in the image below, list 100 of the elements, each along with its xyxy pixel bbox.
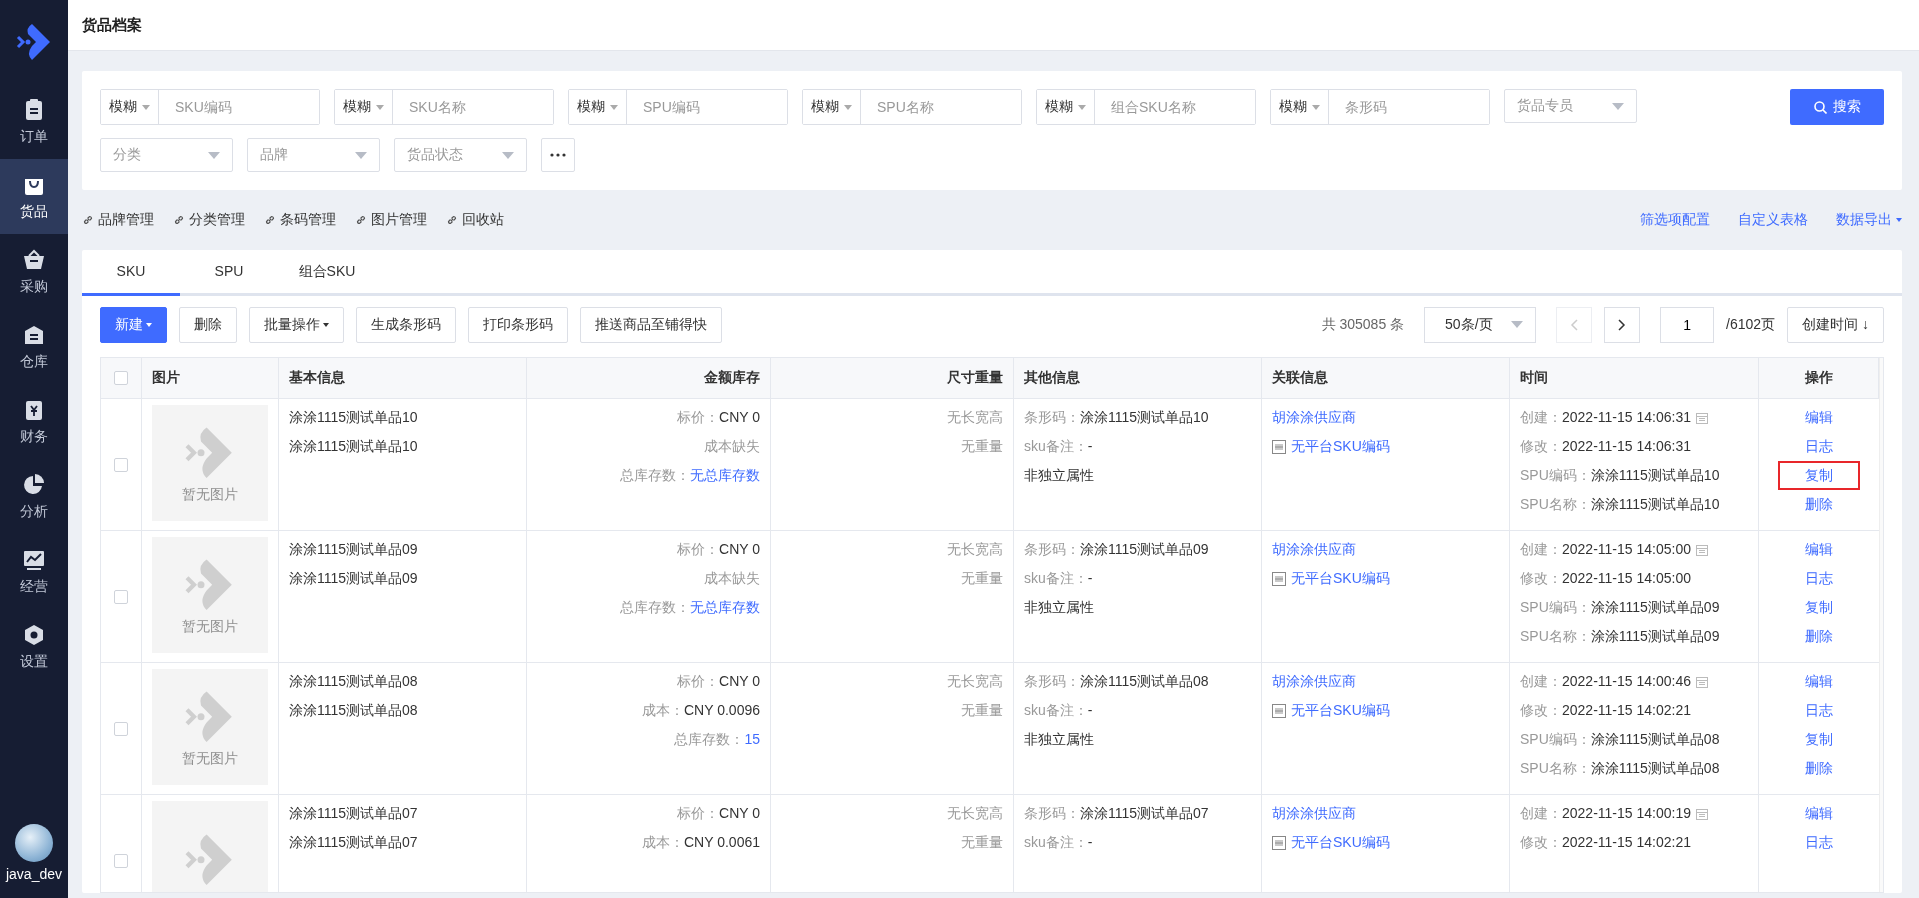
field-text: 条形码：涂涂1115测试单品10 xyxy=(1024,408,1210,427)
field-text: sku备注：- xyxy=(1024,701,1094,720)
next-page-button[interactable] xyxy=(1604,306,1641,343)
row-checkbox[interactable] xyxy=(114,853,128,868)
toolbar-button[interactable]: 批量操作 xyxy=(249,306,344,343)
sidebar-item[interactable]: 设置 xyxy=(0,609,68,684)
action-link[interactable]: 删除 xyxy=(1778,754,1860,783)
search-field[interactable]: 模糊 SPU编码 xyxy=(568,89,788,125)
action-link[interactable]: 日志 xyxy=(1778,432,1860,461)
size-text: 无长宽高 xyxy=(947,672,1003,691)
search-field[interactable]: 模糊 SKU名称 xyxy=(334,89,554,125)
action-link[interactable]: 日志 xyxy=(1778,564,1860,593)
search-button[interactable]: 搜索 xyxy=(1790,89,1884,125)
product-name: 涂涂1115测试单品07 xyxy=(289,804,419,823)
ellipsis-icon xyxy=(550,153,566,157)
toolbar-button[interactable]: 生成条形码 xyxy=(356,306,456,343)
toolbar-link[interactable]: 数据导出 xyxy=(1836,211,1902,229)
supplier-link[interactable]: 胡涂涂供应商 xyxy=(1272,403,1499,432)
size-text: 无重量 xyxy=(961,833,1003,852)
platform-sku-link[interactable]: 无平台SKU编码 xyxy=(1291,828,1390,857)
search-field[interactable]: 模糊 SPU名称 xyxy=(802,89,1022,125)
action-link[interactable]: 复制 xyxy=(1778,593,1860,622)
caret-down-icon xyxy=(208,151,220,159)
product-name: 涂涂1115测试单品09 xyxy=(289,569,419,588)
sidebar-item[interactable]: 订单 xyxy=(0,84,68,159)
action-link[interactable]: 编辑 xyxy=(1778,799,1860,828)
avatar[interactable] xyxy=(15,824,53,862)
management-link[interactable]: 回收站 xyxy=(446,211,504,229)
management-link[interactable]: 分类管理 xyxy=(173,211,245,229)
page-input[interactable]: 1 xyxy=(1660,306,1715,343)
toolbar-button[interactable]: 打印条形码 xyxy=(468,306,568,343)
sort-button[interactable]: 创建时间 ↓ xyxy=(1787,306,1884,343)
row-checkbox[interactable] xyxy=(114,721,128,736)
action-link[interactable]: 复制 xyxy=(1778,725,1860,754)
row-checkbox[interactable] xyxy=(114,589,128,604)
column-header: 时间 xyxy=(1520,369,1548,387)
action-link[interactable]: 日志 xyxy=(1778,696,1860,725)
toolbar-link[interactable]: 自定义表格 xyxy=(1738,211,1808,229)
action-link[interactable]: 删除 xyxy=(1778,622,1860,651)
toolbar-button[interactable]: 推送商品至铺得快 xyxy=(580,306,722,343)
field-text: 条形码：涂涂1115测试单品09 xyxy=(1024,540,1210,559)
barcode-box-icon xyxy=(1272,835,1286,850)
product-name: 涂涂1115测试单品07 xyxy=(289,833,419,852)
column-header: 图片 xyxy=(152,369,180,387)
sidebar-item[interactable]: 经营 xyxy=(0,534,68,609)
supplier-link[interactable]: 胡涂涂供应商 xyxy=(1272,535,1499,564)
more-button[interactable] xyxy=(541,138,575,172)
row-checkbox[interactable] xyxy=(114,457,128,472)
action-link[interactable]: 编辑 xyxy=(1778,403,1860,432)
toolbar-link[interactable]: 筛选项配置 xyxy=(1640,211,1710,229)
action-link[interactable]: 删除 xyxy=(1778,490,1860,519)
supplier-link[interactable]: 胡涂涂供应商 xyxy=(1272,667,1499,696)
match-mode-dropdown[interactable]: 模糊 xyxy=(1271,90,1329,124)
tab[interactable]: SPU xyxy=(180,250,278,296)
management-link[interactable]: 图片管理 xyxy=(355,211,427,229)
sidebar-item[interactable]: 采购 xyxy=(0,234,68,309)
tab[interactable]: SKU xyxy=(82,250,180,296)
management-link[interactable]: 条码管理 xyxy=(264,211,336,229)
field-text: 非独立属性 xyxy=(1024,730,1095,749)
field-text: sku备注：- xyxy=(1024,833,1094,852)
size-text: 无重量 xyxy=(961,569,1003,588)
field-text: 成本：CNY 0.0061 xyxy=(642,833,760,852)
search-icon xyxy=(1813,100,1827,114)
match-mode-dropdown[interactable]: 模糊 xyxy=(803,90,861,124)
user-name: java_dev xyxy=(5,866,62,882)
match-mode-dropdown[interactable]: 模糊 xyxy=(569,90,627,124)
supplier-link[interactable]: 胡涂涂供应商 xyxy=(1272,799,1499,828)
action-link[interactable]: 日志 xyxy=(1778,828,1860,857)
product-name: 涂涂1115测试单品10 xyxy=(289,437,419,456)
caret-down-icon xyxy=(376,104,384,110)
field-text: sku备注：- xyxy=(1024,569,1094,588)
search-field[interactable]: 模糊 SKU编码 xyxy=(100,89,320,125)
match-mode-dropdown[interactable]: 模糊 xyxy=(1037,90,1095,124)
sidebar-item[interactable]: 分析 xyxy=(0,459,68,534)
platform-sku-link[interactable]: 无平台SKU编码 xyxy=(1291,696,1390,725)
search-field[interactable]: 模糊 条形码 xyxy=(1270,89,1490,125)
sidebar-item[interactable]: 财务 xyxy=(0,384,68,459)
caret-down-icon xyxy=(844,104,852,110)
caret-down-icon xyxy=(1312,104,1320,110)
field-text: 标价：CNY 0 xyxy=(677,408,760,427)
action-link[interactable]: 编辑 xyxy=(1778,535,1860,564)
toolbar-button[interactable]: 删除 xyxy=(179,306,237,343)
select-all-checkbox[interactable] xyxy=(114,371,128,385)
match-mode-dropdown[interactable]: 模糊 xyxy=(101,90,159,124)
toolbar-button[interactable]: 新建 xyxy=(100,306,167,343)
management-link[interactable]: 品牌管理 xyxy=(82,211,154,229)
link-icon xyxy=(173,214,185,226)
column-header: 基本信息 xyxy=(289,369,345,387)
field-text: SPU编码：涂涂1115测试单品10 xyxy=(1520,466,1720,485)
platform-sku-link[interactable]: 无平台SKU编码 xyxy=(1291,432,1390,461)
action-link[interactable]: 编辑 xyxy=(1778,667,1860,696)
size-text: 无长宽高 xyxy=(947,804,1003,823)
search-field[interactable]: 模糊 组合SKU名称 xyxy=(1036,89,1256,125)
platform-sku-link[interactable]: 无平台SKU编码 xyxy=(1291,564,1390,593)
sidebar-item[interactable]: 货品 xyxy=(0,159,68,234)
sidebar-item[interactable]: 仓库 xyxy=(0,309,68,384)
action-link[interactable]: 复制 xyxy=(1778,461,1860,490)
match-mode-dropdown[interactable]: 模糊 xyxy=(335,90,393,124)
page-size-dropdown[interactable]: 50条/页 xyxy=(1424,306,1537,343)
tab[interactable]: 组合SKU xyxy=(278,250,376,296)
